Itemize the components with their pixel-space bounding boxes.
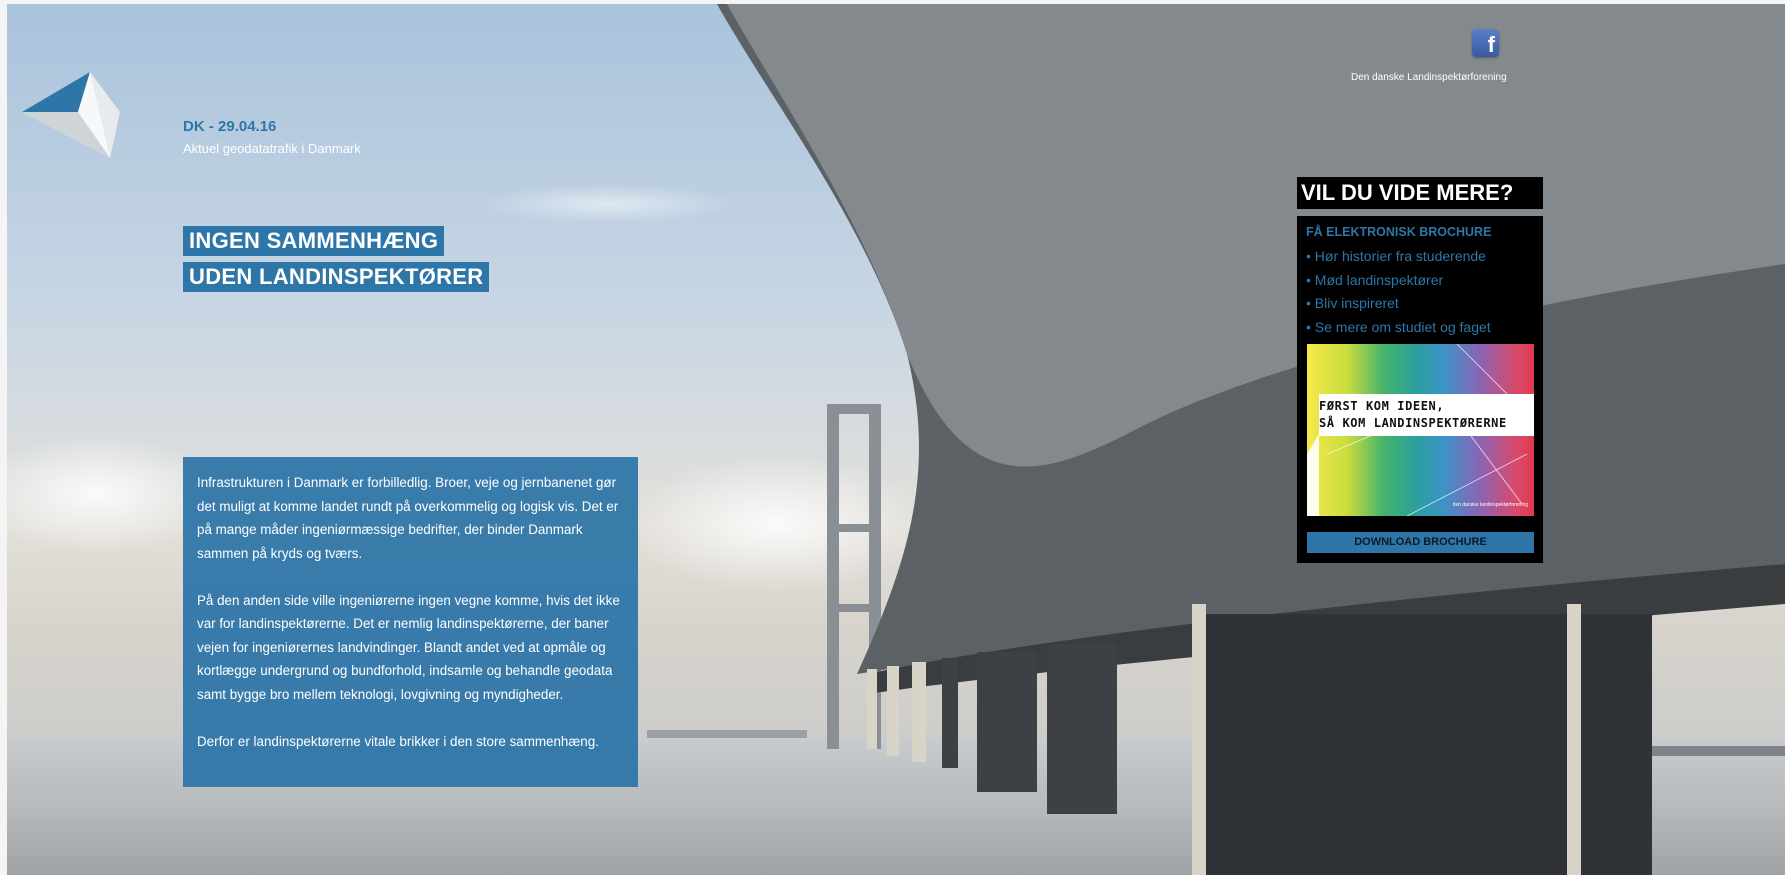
logo-icon[interactable] [22,72,120,158]
facebook-label[interactable]: Den danske Landinspektørforening [1351,72,1507,83]
sidebar-title: VIL DU VIDE MERE? [1297,177,1543,209]
brochure-cover-image[interactable]: FØRST KOM IDEEN, SÅ KOM LANDINSPEKTØRERN… [1307,344,1534,516]
brochure-list: • Hør historier fra studerende • Mød lan… [1306,245,1534,339]
headline-line-2: UDEN LANDINSPEKTØRER [183,262,490,292]
list-item: • Bliv inspireret [1306,295,1399,311]
brochure-caption: FØRST KOM IDEEN, SÅ KOM LANDINSPEKTØRERN… [1319,398,1507,432]
article-paragraph: Infrastrukturen i Danmark er forbilledli… [197,475,619,561]
headline-line-1: INGEN SAMMENHÆNG [183,226,445,256]
brochure-caption-line-1: FØRST KOM IDEEN, [1319,399,1445,413]
list-item: • Se mere om studiet og faget [1306,318,1491,335]
article-paragraph: Derfor er landinspektørerne vitale brikk… [197,733,599,749]
article-paragraph: På den anden side ville ingeniørerne ing… [197,592,620,702]
article-panel: Infrastrukturen i Danmark er forbilledli… [183,457,638,787]
site-tagline: Aktuel geodatatrafik i Danmark [183,141,361,156]
brochure-footer: den danske landinspektørforening [1452,502,1528,508]
list-item: • Hør historier fra studerende [1306,248,1486,264]
download-brochure-button[interactable]: DOWNLOAD BROCHURE [1307,532,1534,553]
facebook-icon[interactable]: f [1472,29,1499,57]
brochure-subtitle: FÅ ELEKTRONISK BROCHURE [1306,225,1492,239]
brochure-panel: FÅ ELEKTRONISK BROCHURE • Hør historier … [1297,216,1543,563]
list-item: • Mød landinspektører [1306,271,1444,288]
date-label: DK - 29.04.16 [183,118,277,135]
brochure-caption-line-2: SÅ KOM LANDINSPEKTØRERNE [1319,416,1507,430]
